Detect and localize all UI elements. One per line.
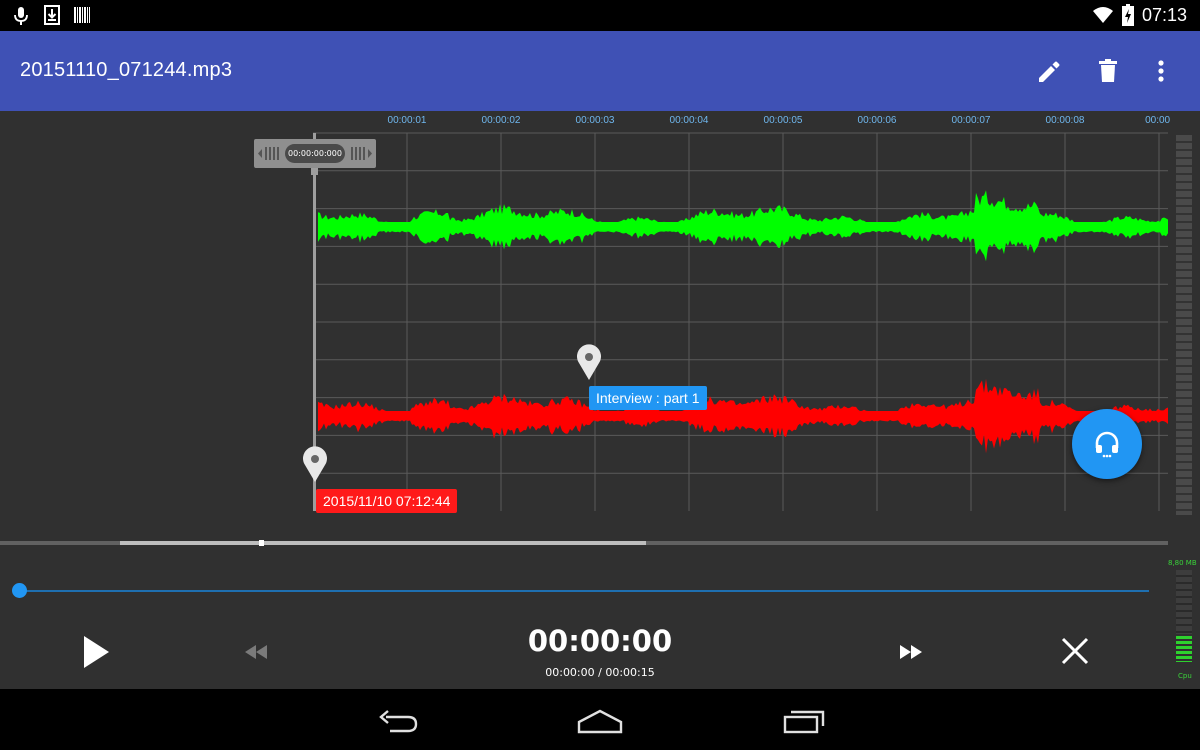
more-options-button[interactable] xyxy=(1142,52,1180,90)
listen-fab[interactable] xyxy=(1072,409,1142,479)
more-vert-icon xyxy=(1158,60,1164,82)
clock: 07:13 xyxy=(1142,5,1188,25)
marker-label-interview[interactable]: Interview : part 1 xyxy=(589,386,707,410)
delete-icon xyxy=(1099,59,1117,82)
time-ruler: 00:00:01 00:00:02 00:00:03 00:00:04 00:00:05… xyxy=(0,111,1170,131)
back-button[interactable] xyxy=(370,703,426,739)
memory-label: 8,80 MB xyxy=(1168,559,1197,567)
app-bar: 20151110_071244.mp3 xyxy=(0,31,1200,111)
close-button[interactable] xyxy=(1054,630,1096,672)
fast-forward-button[interactable] xyxy=(893,638,929,666)
playhead-handle[interactable]: 00:00:00:000 xyxy=(254,139,376,168)
waveform-left-channel xyxy=(318,190,1168,262)
playhead-time: 00:00:00:000 xyxy=(285,144,345,163)
marker-pin-icon[interactable] xyxy=(302,445,328,483)
recents-button[interactable] xyxy=(776,703,832,739)
download-icon xyxy=(44,5,60,25)
barcode-icon xyxy=(74,7,90,23)
recents-icon xyxy=(783,710,825,734)
waveform-right-channel xyxy=(318,378,1168,454)
fast-forward-icon xyxy=(900,645,922,659)
mic-icon xyxy=(14,7,28,25)
battery-charging-icon xyxy=(1122,4,1134,26)
home-button[interactable] xyxy=(572,703,628,739)
transport-panel: 00:00:00 00:00:00 / 00:00:15 8,80 MB Cpu xyxy=(0,552,1200,689)
time-tick-label: 00:00:02 xyxy=(481,115,521,126)
time-tick-label: 00:00:06 xyxy=(857,115,897,126)
edit-button[interactable] xyxy=(1030,52,1068,90)
close-icon xyxy=(1061,637,1089,665)
time-tick-label: 00:00:08 xyxy=(1045,115,1085,126)
grip-left-icon xyxy=(258,147,279,160)
time-tick-label: 00:00:04 xyxy=(669,115,709,126)
delete-button[interactable] xyxy=(1089,52,1127,90)
time-tick-label: 00:00:07 xyxy=(951,115,991,126)
waveform-editor[interactable]: 00:00:01 00:00:02 00:00:03 00:00:04 00:00:05… xyxy=(0,111,1200,552)
memory-meter xyxy=(1176,570,1192,634)
time-tick-label: 00:00:01 xyxy=(387,115,427,126)
current-time: 00:00:00 xyxy=(527,624,673,658)
status-bar: 07:13 xyxy=(0,0,1200,31)
back-icon xyxy=(379,710,418,733)
edit-icon xyxy=(1039,61,1060,82)
level-meter-strip xyxy=(1176,135,1192,515)
seek-thumb[interactable] xyxy=(12,583,27,598)
position-total: 00:00:00 / 00:00:15 xyxy=(545,666,655,679)
navigation-bar xyxy=(0,689,1200,750)
time-tick-label: 00:00: xyxy=(1145,115,1170,126)
wifi-icon xyxy=(1093,7,1113,23)
grip-right-icon xyxy=(351,147,372,160)
overview-position xyxy=(259,540,264,546)
time-tick-label: 00:00:05 xyxy=(763,115,803,126)
cpu-label: Cpu xyxy=(1178,672,1192,680)
timeline-grid xyxy=(313,132,1168,511)
cpu-meter-fill xyxy=(1176,636,1192,662)
overview-thumb[interactable] xyxy=(120,541,646,545)
time-tick-label: 00:00:03 xyxy=(575,115,615,126)
headphones-icon xyxy=(1095,431,1119,458)
file-title: 20151110_071244.mp3 xyxy=(20,59,233,81)
seek-track[interactable] xyxy=(19,590,1149,592)
marker-label-timestamp[interactable]: 2015/11/10 07:12:44 xyxy=(316,489,458,513)
home-icon xyxy=(577,709,623,734)
waveform-canvas[interactable] xyxy=(0,111,1200,552)
marker-pin-icon[interactable] xyxy=(576,343,602,381)
playhead-stem xyxy=(311,168,318,175)
